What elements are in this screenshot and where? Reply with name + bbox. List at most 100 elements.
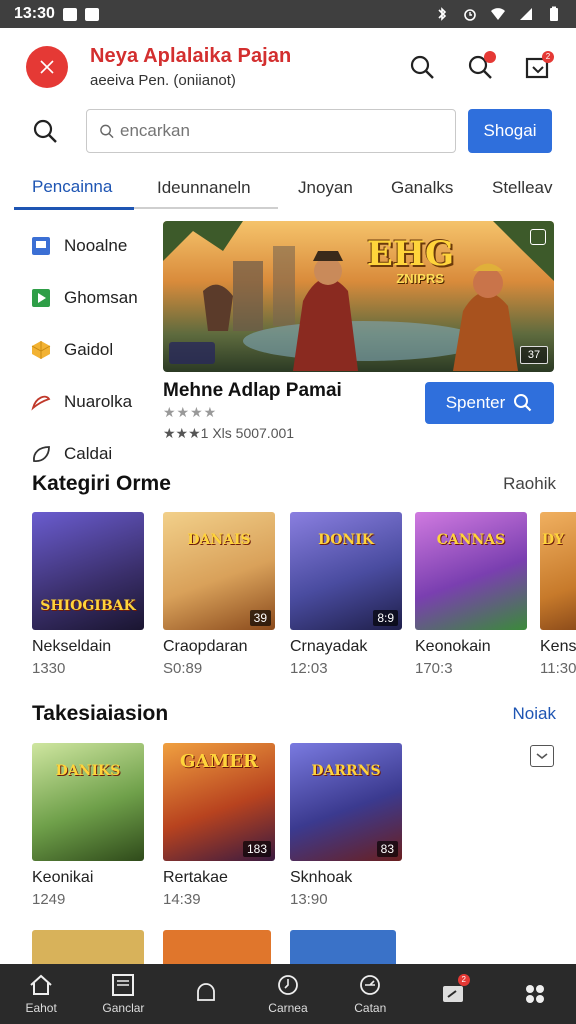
side-item-label: Gaidol xyxy=(64,340,114,359)
search-icon xyxy=(410,55,434,79)
cube-icon xyxy=(30,339,52,361)
tab-ideunnaneln[interactable]: Ideunnaneln xyxy=(157,166,251,210)
notification-icon xyxy=(62,7,77,21)
square-icon xyxy=(30,235,52,257)
game-count: 12:03 xyxy=(290,660,328,677)
game-name: Sknhoak xyxy=(290,869,353,886)
search-field[interactable] xyxy=(86,109,456,153)
leaf-icon xyxy=(30,443,52,465)
game-card[interactable]: GAMER 183 Rertakae 14:39 xyxy=(163,743,275,908)
side-item-nuarolka[interactable]: Nuarolka xyxy=(30,376,160,428)
play-icon xyxy=(30,287,52,309)
cart-button[interactable]: 2 xyxy=(522,51,554,83)
game-card[interactable]: DARRNS 83 Sknhoak 13:90 xyxy=(290,743,402,908)
signal-icon xyxy=(520,8,532,20)
side-item-label: Nooalne xyxy=(64,236,128,255)
nav-home[interactable]: Eahot xyxy=(0,964,82,1024)
tab-stelleav[interactable]: Stelleav xyxy=(492,166,552,210)
game-thumbnail: DANAIS 39 xyxy=(163,512,275,630)
nav-alerts[interactable] xyxy=(165,964,247,1024)
nav-catan[interactable]: Catan xyxy=(329,964,411,1024)
featured-banner[interactable]: EHG ZNIPRS 37 xyxy=(163,221,554,372)
bottom-navigation: Eahot Ganclar Carnea Catan 2 xyxy=(0,964,576,1024)
featured-artwork xyxy=(163,221,554,371)
thumbnail-title: DY xyxy=(542,532,565,548)
app-logo[interactable] xyxy=(26,46,68,88)
game-card[interactable]: DY Kensl 11:30 xyxy=(540,512,576,677)
game-count: 170:3 xyxy=(415,660,453,677)
alarm-icon xyxy=(464,9,476,21)
side-item-gaidol[interactable]: Gaidol xyxy=(30,324,160,376)
game-card[interactable]: CANNAS Keonokain 170:3 xyxy=(415,512,527,677)
featured-badge: 37 xyxy=(520,346,548,364)
game-name: Nekseldain xyxy=(32,638,112,655)
notifications-button[interactable] xyxy=(464,51,496,83)
side-item-ghomsan[interactable]: Ghomsan xyxy=(30,272,160,324)
nav-tags[interactable]: 2 xyxy=(411,964,493,1024)
nav-apps[interactable] xyxy=(494,964,576,1024)
nav-badge: 2 xyxy=(457,974,470,986)
search-icon xyxy=(514,394,532,412)
bell-icon xyxy=(193,980,219,1004)
window-icon xyxy=(110,973,136,997)
app-header: Neya Aplalaika Pajan aeeiva Pen. (oniian… xyxy=(0,28,576,106)
search-input[interactable] xyxy=(120,121,443,141)
game-name: Crnayadak xyxy=(290,638,368,655)
side-category-list: Nooalne Ghomsan Gaidol Nuarolka Caldai xyxy=(30,220,160,480)
side-item-label: Caldai xyxy=(64,444,113,463)
featured-meta: ★★★1 Xls 5007.001 xyxy=(163,425,295,441)
game-thumbnail: CANNAS xyxy=(415,512,527,630)
game-thumbnail-peek[interactable] xyxy=(32,930,144,964)
expand-icon[interactable] xyxy=(530,229,546,245)
clock-icon xyxy=(275,973,301,997)
game-count: 13:90 xyxy=(290,891,328,908)
game-count: 1330 xyxy=(32,660,66,677)
battery-icon xyxy=(550,6,558,21)
thumbnail-title: DONIK xyxy=(318,532,374,548)
game-thumbnail: GAMER 183 xyxy=(163,743,275,861)
game-name: Keonikai xyxy=(32,869,94,886)
side-item-nooalne[interactable]: Nooalne xyxy=(30,220,160,272)
side-item-label: Nuarolka xyxy=(64,392,133,411)
thumbnail-title: SHIOGIBAK xyxy=(40,598,136,614)
close-icon xyxy=(40,60,54,74)
bluetooth-icon xyxy=(438,7,447,21)
game-count: 1249 xyxy=(32,891,66,908)
thumbnail-title: DARRNS xyxy=(311,763,381,779)
section-see-all-link[interactable]: Raohik xyxy=(503,474,556,494)
game-name: Rertakae xyxy=(163,869,228,886)
featured-rating: ★★★★ xyxy=(163,404,218,420)
game-thumbnail: DANIKS xyxy=(32,743,144,861)
nav-carnea[interactable]: Carnea xyxy=(247,964,329,1024)
platform-icons xyxy=(169,342,215,364)
game-card[interactable]: DANAIS 39 Craopdaran S0:89 xyxy=(163,512,275,677)
game-card[interactable]: SHIOGIBAK Nekseldain 1330 xyxy=(32,512,144,677)
section-see-all-link[interactable]: Noiak xyxy=(513,704,556,724)
status-bar: 13:30 xyxy=(0,0,576,28)
tab-jnoyan[interactable]: Jnoyan xyxy=(298,166,353,210)
notification-badge xyxy=(484,51,496,63)
tab-ganalks[interactable]: Ganalks xyxy=(391,166,453,210)
section-header-kategiri: Kategiri Orme Raohik xyxy=(32,472,556,496)
game-thumbnail-peek[interactable] xyxy=(163,930,271,964)
app-subtitle: aeeiva Pen. (oniianot) xyxy=(90,72,236,89)
featured-open-button[interactable]: Spenter xyxy=(425,382,554,424)
search-row: Shogai xyxy=(0,106,576,156)
search-button[interactable] xyxy=(406,51,438,83)
featured-banner-title: EHG xyxy=(366,234,454,274)
cart-badge: 2 xyxy=(542,51,554,63)
search-submit-button[interactable]: Shogai xyxy=(468,109,552,153)
section-header-takesiaiasion: Takesiaiasion Noiak xyxy=(32,702,556,726)
game-card[interactable]: DANIKS Keonikai 1249 xyxy=(32,743,144,908)
chevron-down-icon[interactable] xyxy=(530,745,554,767)
side-item-label: Ghomsan xyxy=(64,288,138,307)
tab-divider xyxy=(134,207,278,209)
nav-ganclar[interactable]: Ganclar xyxy=(82,964,164,1024)
featured-banner-subtitle: ZNIPRS xyxy=(396,271,444,286)
thumbnail-title: DANIKS xyxy=(55,763,121,779)
game-card[interactable]: DONIK 8:9 Crnayadak 12:03 xyxy=(290,512,402,677)
tab-pencainna[interactable]: Pencainna xyxy=(14,166,134,210)
search-icon[interactable] xyxy=(32,118,58,144)
game-thumbnail-peek[interactable] xyxy=(290,930,396,964)
gauge-icon xyxy=(357,973,383,997)
